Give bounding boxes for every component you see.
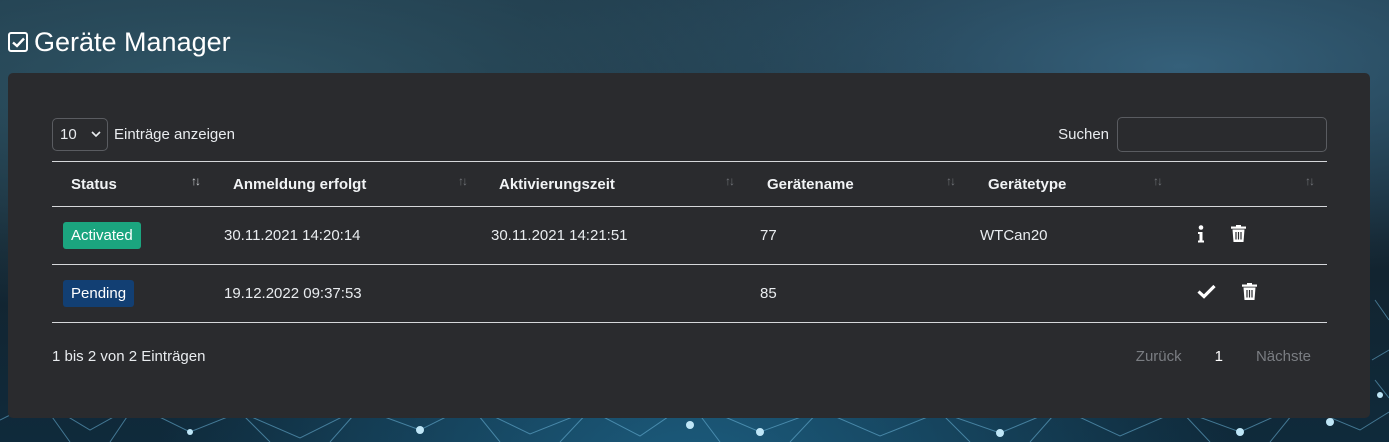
table-row: Activated 30.11.2021 14:20:14 30.11.2021… [52,207,1327,265]
search-label: Suchen [1058,126,1109,143]
table-info: 1 bis 2 von 2 Einträgen [52,348,206,365]
sort-icon: ↑↓ [725,174,735,188]
sort-icon: ↑↓ [1153,174,1163,188]
search-input[interactable] [1117,117,1327,152]
activation-cell [480,265,748,323]
status-badge: Pending [63,280,135,307]
column-header-activation[interactable]: Aktivierungszeit ↑↓ [480,162,748,207]
column-header-login[interactable]: Anmeldung erfolgt ↑↓ [213,162,480,207]
activation-cell: 30.11.2021 14:21:51 [491,227,628,244]
sort-icon: ↑↓ [946,174,956,188]
column-header-status[interactable]: Status ↑↓ [52,162,213,207]
sort-icon: ↑↓ [191,174,201,188]
pagination: Zurück 1 Nächste [1136,348,1311,365]
device-type-cell: WTCan20 [980,227,1048,244]
login-cell: 19.12.2022 09:37:53 [224,285,362,302]
entries-length-label: Einträge anzeigen [114,126,235,143]
chevron-down-icon [91,131,101,138]
trash-icon[interactable] [1231,225,1246,246]
sort-icon: ↑↓ [458,174,468,188]
column-header-device-type[interactable]: Gerätetype ↑↓ [969,162,1175,207]
device-name-cell: 77 [760,227,777,244]
table-header-row: Status ↑↓ Anmeldung erfolgt ↑↓ Aktivieru… [52,161,1327,207]
page-1-button[interactable]: 1 [1215,348,1223,365]
sort-icon: ↑↓ [1305,174,1315,188]
page-title: Geräte Manager [34,26,231,57]
page-header: Geräte Manager [8,24,231,60]
status-badge: Activated [63,222,141,249]
entries-length-control: 10 Einträge anzeigen [52,118,235,151]
device-type-cell [969,265,1175,323]
login-cell: 30.11.2021 14:20:14 [224,227,361,244]
column-header-actions[interactable]: ↑↓ [1175,162,1327,207]
trash-icon[interactable] [1242,283,1257,304]
search-control: Suchen [1058,117,1327,152]
device-name-cell: 85 [760,285,777,302]
entries-length-select[interactable]: 10 [52,118,108,151]
devices-card: 10 Einträge anzeigen Suchen Status ↑↓ An… [8,73,1370,418]
next-page-button[interactable]: Nächste [1256,348,1311,365]
table-row: Pending 19.12.2022 09:37:53 85 [52,265,1327,323]
info-icon[interactable] [1197,224,1205,247]
check-icon[interactable] [1197,284,1216,303]
column-header-device-name[interactable]: Gerätename ↑↓ [748,162,969,207]
previous-page-button[interactable]: Zurück [1136,348,1182,365]
checkbox-icon [8,32,28,52]
entries-length-value: 10 [60,126,77,143]
devices-table: Status ↑↓ Anmeldung erfolgt ↑↓ Aktivieru… [52,161,1327,323]
